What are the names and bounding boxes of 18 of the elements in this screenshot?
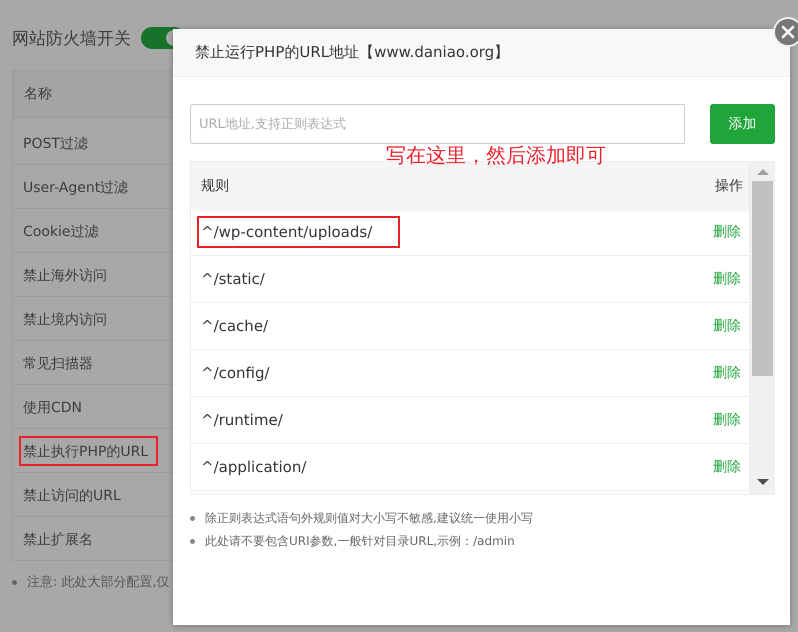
rule-cell: ^/wp-content/uploads/	[197, 216, 400, 248]
column-header: 操作	[715, 176, 743, 194]
dialog-title: 禁止运行PHP的URL地址【www.daniao.org】	[195, 43, 510, 62]
delete-link[interactable]: 删除	[713, 411, 741, 429]
scrollbar[interactable]	[750, 161, 775, 495]
close-button[interactable]	[773, 17, 798, 47]
delete-link[interactable]: 删除	[713, 364, 741, 382]
add-button[interactable]: 添加	[710, 104, 775, 144]
close-icon	[780, 24, 796, 40]
annotation-text: 写在这里，然后添加即可	[386, 145, 606, 165]
delete-link[interactable]: 删除	[713, 223, 741, 241]
delete-link[interactable]: 删除	[713, 458, 741, 476]
page-title: 网站防火墙开关	[12, 28, 131, 50]
delete-link[interactable]: 删除	[713, 317, 741, 335]
note-text: 注意: 此处大部分配置,仅	[27, 574, 170, 591]
column-header: 规则	[201, 176, 229, 194]
delete-link[interactable]: 删除	[713, 270, 741, 288]
url-input-field[interactable]: URL地址,支持正则表达式	[190, 104, 685, 144]
